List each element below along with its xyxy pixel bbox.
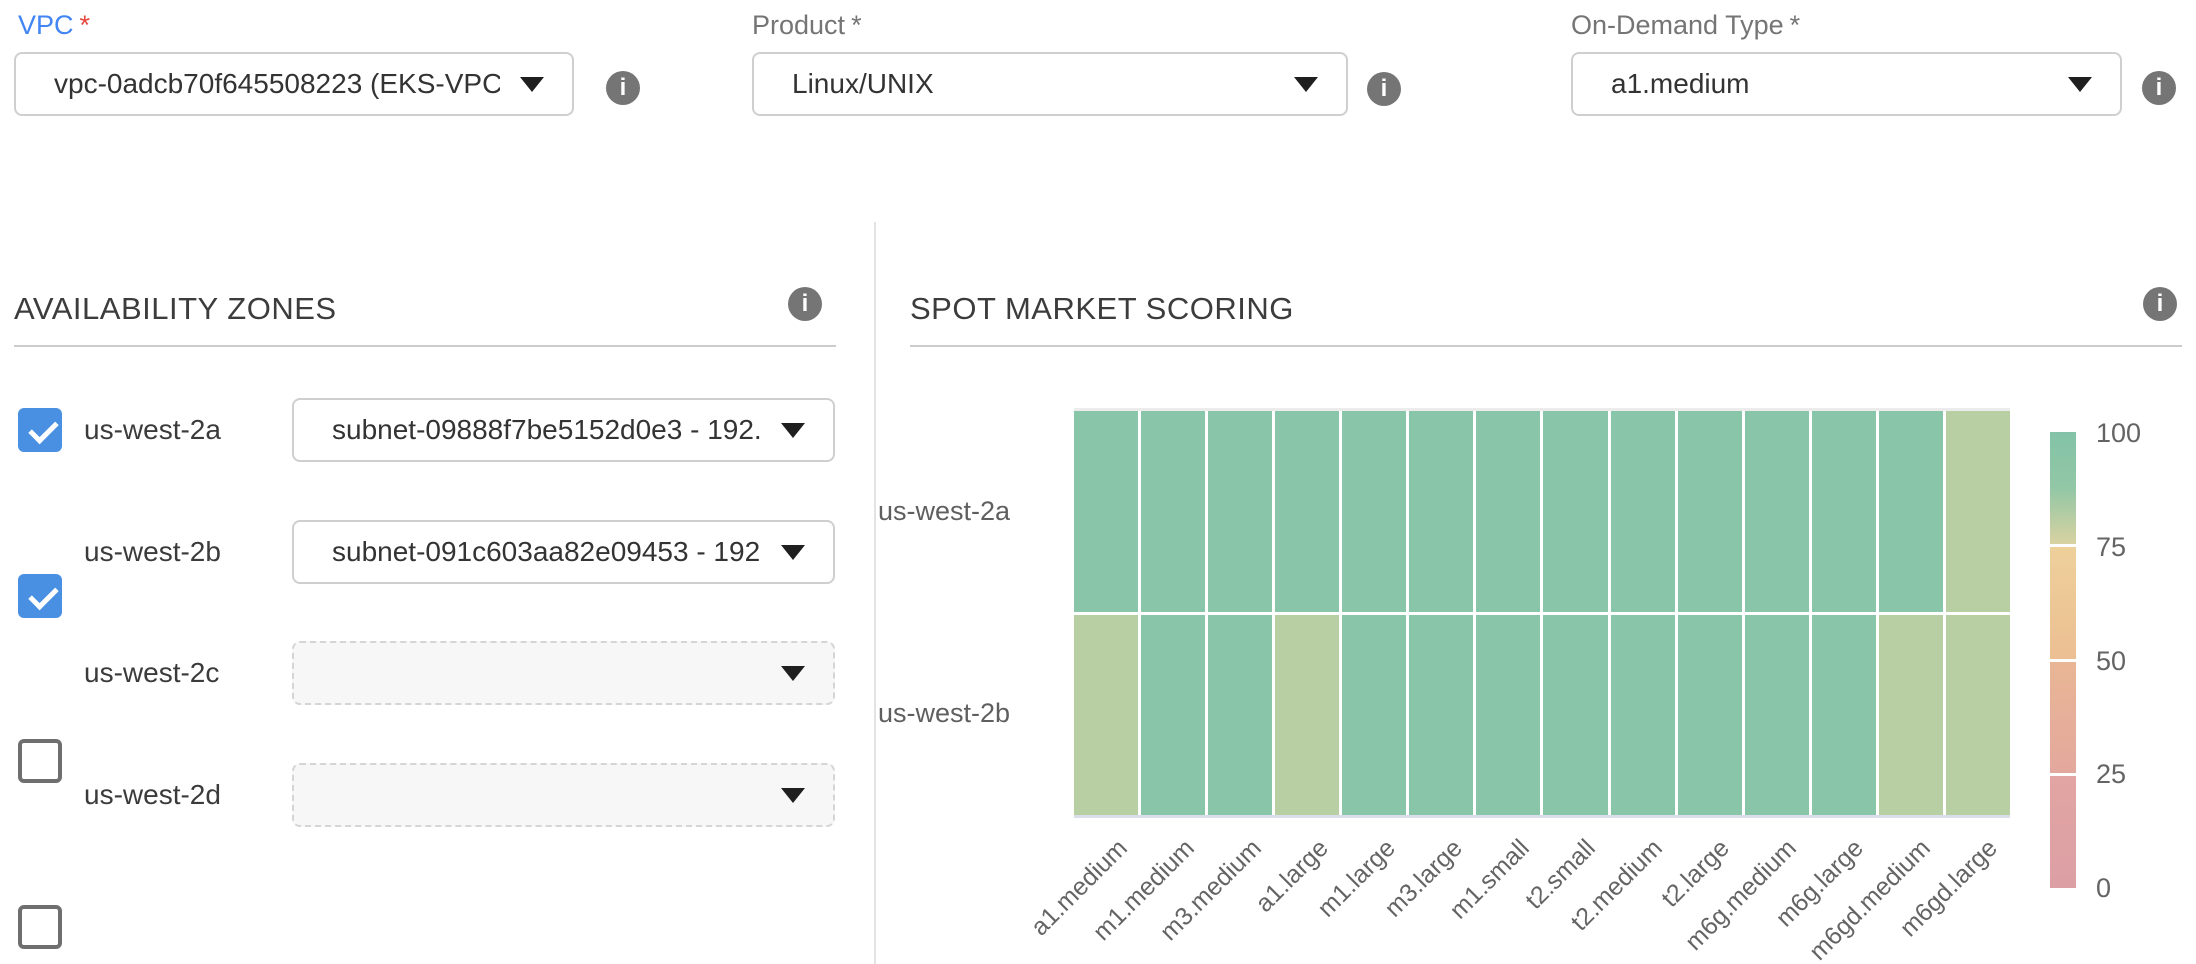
colorbar-tick-label: 50 xyxy=(2096,644,2186,678)
chevron-down-icon xyxy=(1294,77,1318,92)
availability-zones-divider xyxy=(14,345,836,347)
availability-zones-info-icon[interactable]: i xyxy=(788,287,822,321)
ondemand-type-info-icon[interactable]: i xyxy=(2142,71,2176,105)
vpc-info-icon[interactable]: i xyxy=(606,71,640,105)
heatmap-cell-us-west-2b-m1.large[interactable] xyxy=(1342,615,1406,816)
heatmap-cell-us-west-2b-a1.large[interactable] xyxy=(1275,615,1339,816)
heatmap-cell-us-west-2a-t2.medium[interactable] xyxy=(1611,411,1675,612)
heatmap-cell-us-west-2a-m6g.medium[interactable] xyxy=(1745,411,1809,612)
subnet-select-value: subnet-091c603aa82e09453 - 192.168… xyxy=(332,536,761,568)
heatmap-cell-us-west-2b-m6gd.medium[interactable] xyxy=(1879,615,1943,816)
heatmap-cell-us-west-2a-t2.large[interactable] xyxy=(1678,411,1742,612)
heatmap-cell-us-west-2a-a1.medium[interactable] xyxy=(1074,411,1138,612)
subnet-select-us-west-2d[interactable] xyxy=(292,763,835,827)
zone-checkbox-us-west-2a[interactable] xyxy=(18,408,62,452)
heatmap-cell-us-west-2b-t2.small[interactable] xyxy=(1543,615,1607,816)
heatmap-cell-us-west-2b-m3.medium[interactable] xyxy=(1208,615,1272,816)
colorbar-tick-label: 100 xyxy=(2096,416,2186,450)
chevron-down-icon xyxy=(2068,77,2092,92)
heatmap-row-label: us-west-2b xyxy=(830,698,1010,729)
heatmap-cell-us-west-2a-m1.large[interactable] xyxy=(1342,411,1406,612)
zone-checkbox-us-west-2b[interactable] xyxy=(18,574,62,618)
zone-label: us-west-2b xyxy=(84,534,221,570)
product-select-value: Linux/UNIX xyxy=(792,68,934,100)
colorbar xyxy=(2050,432,2076,888)
ondemand-type-label-text: On-Demand Type xyxy=(1571,10,1784,40)
heatmap-grid xyxy=(1074,408,2010,818)
heatmap-cell-us-west-2a-a1.large[interactable] xyxy=(1275,411,1339,612)
ondemand-type-label: On-Demand Type* xyxy=(1571,8,1800,42)
required-asterisk: * xyxy=(851,10,862,40)
ondemand-type-select-value: a1.medium xyxy=(1611,68,1750,100)
subnet-select-us-west-2c[interactable] xyxy=(292,641,835,705)
subnet-select-us-west-2b[interactable]: subnet-091c603aa82e09453 - 192.168… xyxy=(292,520,835,584)
heatmap-cell-us-west-2b-m6g.large[interactable] xyxy=(1812,615,1876,816)
product-label-text: Product xyxy=(752,10,845,40)
chevron-down-icon xyxy=(781,666,805,681)
product-select[interactable]: Linux/UNIX xyxy=(752,52,1348,116)
zone-label: us-west-2d xyxy=(84,777,221,813)
colorbar-tick-label: 0 xyxy=(2096,871,2186,905)
heatmap-cell-us-west-2a-m6gd.medium[interactable] xyxy=(1879,411,1943,612)
required-asterisk: * xyxy=(80,10,91,40)
availability-zones-title: AVAILABILITY ZONES xyxy=(14,290,337,328)
colorbar-segment xyxy=(2050,662,2076,774)
heatmap-cell-us-west-2b-m6gd.large[interactable] xyxy=(1946,615,2010,816)
zone-label: us-west-2a xyxy=(84,412,221,448)
subnet-select-value: subnet-09888f7be5152d0e3 - 192.168… xyxy=(332,414,761,446)
heatmap-cell-us-west-2b-m1.small[interactable] xyxy=(1476,615,1540,816)
heatmap-cell-us-west-2a-t2.small[interactable] xyxy=(1543,411,1607,612)
heatmap-cell-us-west-2b-m6g.medium[interactable] xyxy=(1745,615,1809,816)
colorbar-segment xyxy=(2050,432,2076,544)
product-label: Product* xyxy=(752,8,862,42)
colorbar-tick-label: 25 xyxy=(2096,757,2186,791)
heatmap-cell-us-west-2a-m3.medium[interactable] xyxy=(1208,411,1272,612)
spot-market-scoring-info-icon[interactable]: i xyxy=(2143,287,2177,321)
spot-market-scoring-divider xyxy=(910,345,2182,347)
spot-market-scoring-title: SPOT MARKET SCORING xyxy=(910,290,1294,328)
section-divider xyxy=(874,222,876,964)
zone-checkbox-us-west-2d[interactable] xyxy=(18,905,62,949)
colorbar-segment xyxy=(2050,776,2076,888)
vpc-select[interactable]: vpc-0adcb70f645508223 (EKS-VPC) xyxy=(14,52,574,116)
required-asterisk: * xyxy=(1790,10,1801,40)
heatmap-cell-us-west-2b-m3.large[interactable] xyxy=(1409,615,1473,816)
zone-checkbox-us-west-2c[interactable] xyxy=(18,739,62,783)
heatmap-cell-us-west-2a-m1.medium[interactable] xyxy=(1141,411,1205,612)
chevron-down-icon xyxy=(781,545,805,560)
heatmap-cell-us-west-2b-t2.medium[interactable] xyxy=(1611,615,1675,816)
chevron-down-icon xyxy=(520,77,544,92)
heatmap-cell-us-west-2a-m3.large[interactable] xyxy=(1409,411,1473,612)
heatmap-cell-us-west-2a-m6g.large[interactable] xyxy=(1812,411,1876,612)
zone-label: us-west-2c xyxy=(84,655,219,691)
chevron-down-icon xyxy=(781,423,805,438)
colorbar-segment xyxy=(2050,547,2076,659)
heatmap-cell-us-west-2a-m1.small[interactable] xyxy=(1476,411,1540,612)
chevron-down-icon xyxy=(781,788,805,803)
heatmap-cell-us-west-2b-m1.medium[interactable] xyxy=(1141,615,1205,816)
product-info-icon[interactable]: i xyxy=(1367,72,1401,106)
vpc-label: VPC* xyxy=(18,8,90,42)
vpc-select-value: vpc-0adcb70f645508223 (EKS-VPC) xyxy=(54,68,500,100)
heatmap-row-label: us-west-2a xyxy=(830,496,1010,527)
subnet-select-us-west-2a[interactable]: subnet-09888f7be5152d0e3 - 192.168… xyxy=(292,398,835,462)
heatmap-cell-us-west-2a-m6gd.large[interactable] xyxy=(1946,411,2010,612)
heatmap-cell-us-west-2b-t2.large[interactable] xyxy=(1678,615,1742,816)
vpc-label-text: VPC xyxy=(18,10,74,40)
ondemand-type-select[interactable]: a1.medium xyxy=(1571,52,2122,116)
heatmap-cell-us-west-2b-a1.medium[interactable] xyxy=(1074,615,1138,816)
colorbar-tick-label: 75 xyxy=(2096,530,2186,564)
spot-market-config-page: VPC* vpc-0adcb70f645508223 (EKS-VPC) i P… xyxy=(0,0,2196,964)
